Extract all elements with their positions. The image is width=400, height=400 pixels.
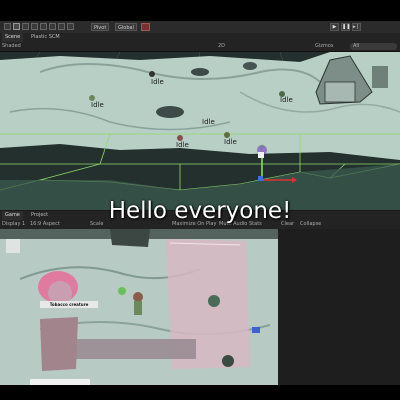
hand-tool-icon[interactable] [4, 23, 11, 30]
scene-view[interactable]: Idle Idle Idle Idle Idle Idle [0, 52, 400, 210]
tab-plastic-scm[interactable]: Plastic SCM [28, 33, 63, 42]
scene-search-input[interactable]: All [350, 43, 397, 50]
scene-control-bar: Shaded 2D Gizmos All [0, 42, 400, 52]
game-view[interactable]: Tobacco creature [0, 229, 400, 385]
rect-tool-icon[interactable] [40, 23, 47, 30]
plastic-tab-label: Plastic SCM [31, 34, 60, 40]
snap-toggle-icon[interactable] [141, 23, 150, 31]
mode-2d-toggle[interactable]: 2D [218, 43, 225, 50]
idle-label: Idle [224, 138, 237, 146]
scene-tab-label: Scene [5, 34, 21, 40]
pause-icon[interactable]: ❚❚ [341, 23, 350, 31]
idle-label: Idle [151, 78, 164, 86]
idle-label: Idle [91, 101, 104, 109]
shading-mode-dropdown[interactable]: Shaded [2, 43, 21, 50]
rotate-tool-icon[interactable] [22, 23, 29, 30]
idle-label: Idle [202, 118, 215, 126]
gizmos-dropdown[interactable]: Gizmos [315, 43, 333, 50]
tab-scene[interactable]: Scene [2, 33, 24, 42]
editor-tool-icon[interactable] [67, 23, 74, 30]
move-tool-icon[interactable] [13, 23, 20, 30]
scale-tool-icon[interactable] [31, 23, 38, 30]
global-toggle[interactable]: Global [115, 23, 137, 31]
video-subtitle: Hello everyone! [108, 198, 292, 224]
pivot-toggle[interactable]: Pivot [91, 23, 110, 31]
transform-tool-icon[interactable] [49, 23, 56, 30]
step-icon[interactable]: ▸❘ [352, 23, 361, 31]
idle-label: Idle [176, 141, 189, 149]
play-icon[interactable]: ▶ [330, 23, 339, 31]
custom-tool-icon[interactable] [58, 23, 65, 30]
character-name-label: Tobacco creature [40, 301, 98, 308]
idle-label: Idle [280, 96, 293, 104]
scene-canvas [0, 52, 400, 210]
